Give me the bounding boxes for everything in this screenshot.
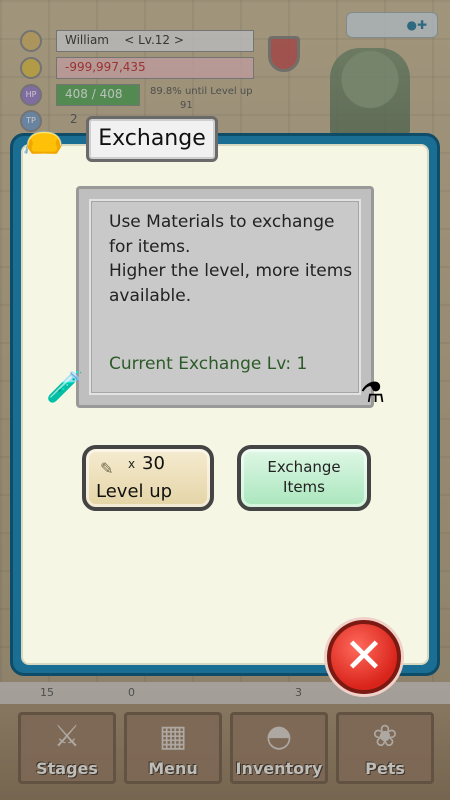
exchange-description: Use Materials to exchange for items. Hig… (109, 212, 353, 306)
exchange-items-label: Exchange Items (267, 458, 341, 496)
level-up-label: Level up (96, 481, 173, 502)
bag-icon: 👝 (22, 116, 65, 156)
exchange-items-button[interactable]: Exchange Items (237, 445, 371, 511)
level-up-cost: 30 (142, 453, 165, 474)
dialog-title: Exchange (86, 116, 218, 162)
current-exchange-level: Current Exchange Lv: 1 (109, 354, 308, 374)
close-icon[interactable]: ✕ (327, 620, 401, 694)
scroll-icon: ✎ (100, 459, 114, 478)
tools-decoration-icon: ⚗ (360, 376, 386, 409)
cost-multiplier: x (128, 457, 136, 471)
level-up-button[interactable]: ✎ x 30 Level up (82, 445, 214, 511)
potions-decoration-icon: 🧪 (46, 370, 84, 405)
